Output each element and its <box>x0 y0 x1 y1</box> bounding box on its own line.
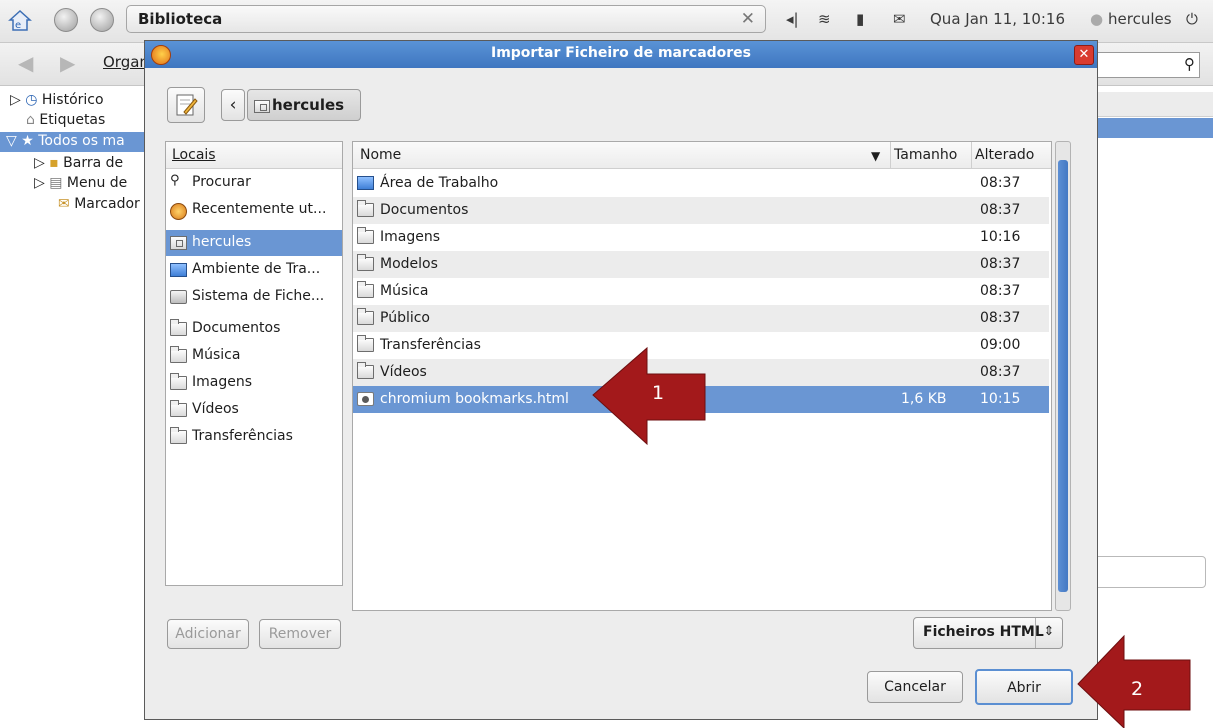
mail-icon[interactable]: ✉ <box>893 10 906 28</box>
forward-arrow-icon[interactable]: ▶ <box>60 51 75 75</box>
power-icon[interactable]: ⏻ <box>1186 10 1198 28</box>
sort-chevron-icon[interactable]: ▼ <box>871 149 880 163</box>
cancel-button[interactable]: Cancelar <box>867 671 963 703</box>
place-item-music[interactable]: Música <box>166 343 342 369</box>
desktop-icon <box>357 176 374 190</box>
html-file-icon <box>357 392 374 406</box>
place-item-search[interactable]: ⚲ Procurar <box>166 170 342 196</box>
window-title: Biblioteca <box>138 10 223 28</box>
folder-icon <box>170 346 187 363</box>
folder-icon <box>170 319 187 336</box>
file-row[interactable]: Imagens 10:16 <box>353 224 1049 251</box>
annotation-arrow-1 <box>592 346 706 446</box>
home-folder-icon <box>170 236 187 250</box>
type-location-button[interactable] <box>167 87 205 123</box>
chevron-left-icon: ‹ <box>229 95 237 115</box>
tree-item-unsorted[interactable]: ✉ Marcador <box>58 196 140 212</box>
clock[interactable]: Qua Jan 11, 10:16 <box>930 10 1065 28</box>
tree-item-menu[interactable]: ▷ ▤ Menu de <box>34 175 127 191</box>
window-title-bar[interactable]: Biblioteca ✕ <box>126 5 766 33</box>
dialog-titlebar[interactable]: Importar Ficheiro de marcadores ✕ <box>145 41 1097 68</box>
tree-item-history[interactable]: ▷ ◷ Histórico <box>10 92 104 108</box>
organize-menu[interactable]: Organ <box>103 53 149 71</box>
column-separator <box>890 142 891 168</box>
breadcrumb-label: hercules <box>272 96 345 114</box>
updown-chevron-icon: ⇕ <box>1035 618 1062 648</box>
breadcrumb-hercules[interactable]: hercules <box>247 89 361 121</box>
place-item-videos[interactable]: Vídeos <box>166 397 342 423</box>
back-arrow-icon[interactable]: ◀ <box>18 51 33 75</box>
close-icon[interactable]: ✕ <box>1074 45 1094 65</box>
dialog-title: Importar Ficheiro de marcadores <box>490 45 752 61</box>
top-panel: e Biblioteca ✕ ◂| ≋ ▮ ✉ Qua Jan 11, 10:1… <box>0 0 1213 43</box>
file-list-header: Nome ▼ Tamanho Alterado <box>353 142 1051 169</box>
launcher-icon[interactable] <box>88 6 116 34</box>
folder-icon <box>170 400 187 417</box>
file-row[interactable]: Documentos 08:37 <box>353 197 1049 224</box>
library-column-header <box>1086 92 1213 117</box>
place-item-pictures[interactable]: Imagens <box>166 370 342 396</box>
library-search-input[interactable]: ⚲ <box>1080 52 1200 78</box>
home-icon[interactable]: e <box>6 6 34 34</box>
place-item-downloads[interactable]: Transferências <box>166 424 342 450</box>
annotation-label-2: 2 <box>1131 678 1144 700</box>
wifi-icon[interactable]: ≋ <box>818 10 831 28</box>
binoculars-icon: ⚲ <box>1184 55 1195 73</box>
tree-item-toolbar[interactable]: ▷ ▪ Barra de <box>34 155 123 171</box>
launcher-icon[interactable] <box>52 6 80 34</box>
column-size[interactable]: Tamanho <box>894 147 957 163</box>
tree-item-all-bookmarks[interactable]: ▽ ★ Todos os ma <box>6 133 125 149</box>
battery-icon[interactable]: ▮ <box>856 10 864 28</box>
desktop-icon <box>170 263 187 277</box>
folder-icon <box>357 254 374 271</box>
add-button[interactable]: Adicionar <box>167 619 249 649</box>
column-separator <box>971 142 972 168</box>
home-folder-icon <box>254 100 270 113</box>
folder-icon <box>357 335 374 352</box>
filter-label: Ficheiros HTML <box>923 624 1044 640</box>
library-selected-row[interactable] <box>1086 118 1213 138</box>
recent-icon <box>170 203 187 220</box>
folder-icon <box>357 227 374 244</box>
pencil-icon <box>176 94 198 116</box>
file-row[interactable]: Área de Trabalho 08:37 <box>353 170 1049 197</box>
drive-icon <box>170 290 187 304</box>
file-row[interactable]: Público 08:37 <box>353 305 1049 332</box>
library-detail-field[interactable] <box>1094 556 1206 588</box>
remove-button[interactable]: Remover <box>259 619 341 649</box>
folder-icon <box>357 281 374 298</box>
place-item-documents[interactable]: Documentos <box>166 316 342 342</box>
folder-icon <box>170 373 187 390</box>
places-header[interactable]: Locais <box>166 142 342 169</box>
annotation-label-1: 1 <box>652 382 665 404</box>
file-row[interactable]: Música 08:37 <box>353 278 1049 305</box>
file-row[interactable]: Modelos 08:37 <box>353 251 1049 278</box>
folder-icon <box>357 362 374 379</box>
folder-icon <box>170 427 187 444</box>
file-type-filter[interactable]: Ficheiros HTML ⇕ <box>913 617 1063 649</box>
scrollbar-thumb[interactable] <box>1058 160 1068 592</box>
svg-text:e: e <box>15 20 21 31</box>
places-panel: Locais ⚲ Procurar Recentemente ut... her… <box>165 141 343 586</box>
binoculars-icon: ⚲ <box>170 173 180 188</box>
folder-icon <box>357 308 374 325</box>
open-button[interactable]: Abrir <box>975 669 1073 705</box>
path-back-button[interactable]: ‹ <box>221 89 245 121</box>
file-list-scrollbar[interactable] <box>1055 141 1071 611</box>
chat-status-icon[interactable]: ● <box>1090 10 1103 28</box>
close-window-icon[interactable]: ✕ <box>741 9 755 29</box>
place-item-filesystem[interactable]: Sistema de Fiche... <box>166 284 342 310</box>
place-item-hercules[interactable]: hercules <box>166 230 342 256</box>
tree-item-tags[interactable]: ⌂ Etiquetas <box>26 112 105 128</box>
column-modified[interactable]: Alterado <box>975 147 1034 163</box>
volume-icon[interactable]: ◂| <box>786 10 799 28</box>
column-name[interactable]: Nome <box>360 147 401 163</box>
user-name[interactable]: hercules <box>1108 10 1172 28</box>
place-item-recent[interactable]: Recentemente ut... <box>166 197 342 223</box>
place-item-desktop[interactable]: Ambiente de Tra... <box>166 257 342 283</box>
folder-icon <box>357 200 374 217</box>
